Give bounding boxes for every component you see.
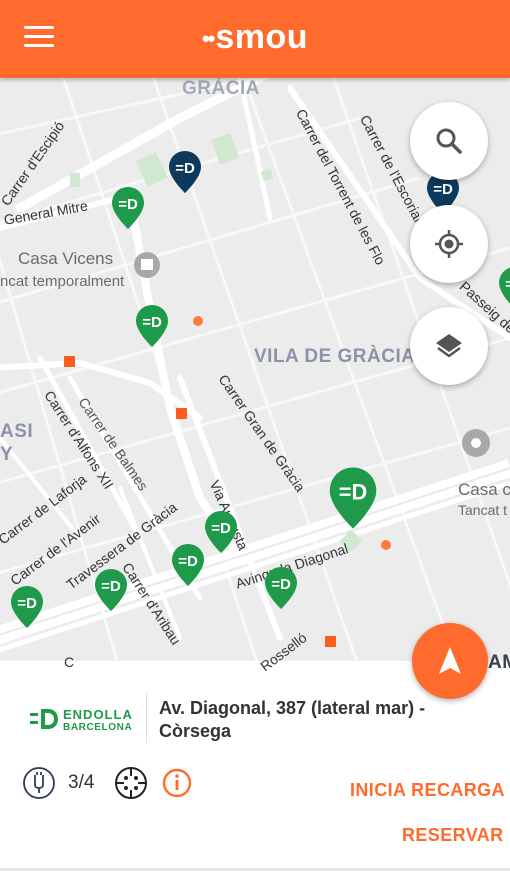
search-icon <box>436 128 462 154</box>
navigation-arrow-icon <box>439 647 461 674</box>
info-icon[interactable] <box>160 766 194 800</box>
district-label-gracia: GRÀCIA <box>182 78 260 99</box>
panel-divider <box>146 693 147 743</box>
poi-casa-vicens-status: ncat temporalment <box>0 273 125 290</box>
start-charge-button[interactable]: INICIA RECARGA <box>350 780 505 801</box>
poi-casa-right-status: Tancat t <box>458 502 508 518</box>
district-label-left-2: Y <box>0 444 14 465</box>
app-header: ••smou <box>0 0 510 78</box>
district-label-vila-de-gracia: VILA DE GRÀCIA <box>254 346 416 367</box>
logo-text: smou <box>215 18 309 56</box>
smou-logo: ••smou <box>0 18 510 57</box>
charging-station-marker[interactable]: =D <box>111 186 145 230</box>
charging-station-marker-blue[interactable]: =D <box>168 150 202 194</box>
district-label-left-1: ASI <box>0 421 34 442</box>
charging-station-marker[interactable]: =D <box>171 543 205 587</box>
charging-station-marker[interactable]: =D <box>498 266 510 310</box>
endolla-logo-icon <box>30 709 58 729</box>
svg-text:=D: =D <box>271 576 291 593</box>
search-button[interactable] <box>410 102 488 180</box>
reserve-button[interactable]: RESERVAR <box>402 825 504 846</box>
district-label-right: AM <box>488 652 510 671</box>
svg-text:=D: =D <box>211 520 231 537</box>
map-layers-button[interactable] <box>410 307 488 385</box>
charging-station-marker[interactable]: =D <box>10 585 44 629</box>
svg-text:=D: =D <box>433 181 453 198</box>
selected-charging-station-marker[interactable]: =D <box>328 466 378 530</box>
svg-text:=D: =D <box>142 314 162 331</box>
station-address: Av. Diagonal, 387 (lateral mar) - Còrseg… <box>159 698 426 741</box>
poi-casa-right[interactable]: Casa c <box>458 480 510 500</box>
svg-text:=D: =D <box>118 196 138 213</box>
navigate-button[interactable] <box>412 623 488 699</box>
endolla-logo-line1: ENDOLLA <box>63 707 133 722</box>
svg-text:=D: =D <box>17 595 37 612</box>
charging-station-marker[interactable]: =D <box>94 568 128 612</box>
endolla-barcelona-logo: ENDOLLA BARCELONA <box>30 705 135 735</box>
svg-text:=D: =D <box>178 553 198 570</box>
map-view[interactable]: GRÀCIA VILA DE GRÀCIA ASI Y AM Casa Vice… <box>0 78 510 671</box>
available-connectors-count: 3/4 <box>68 772 95 793</box>
crosshair-icon <box>435 230 463 258</box>
svg-text:=D: =D <box>101 578 121 595</box>
charging-station-marker[interactable]: =D <box>264 566 298 610</box>
layers-icon <box>436 334 462 358</box>
svg-text:=D: =D <box>175 160 195 177</box>
poi-casa-vicens[interactable]: Casa Vicens <box>18 249 113 269</box>
logo-dots: •• <box>201 26 215 52</box>
metro-marker <box>64 356 75 367</box>
svg-text:=D: =D <box>339 479 367 504</box>
endolla-logo-line2: BARCELONA <box>63 722 133 733</box>
locate-me-button[interactable] <box>410 205 488 283</box>
svg-text:=D: =D <box>505 276 510 293</box>
charger-connector-icon <box>23 767 55 799</box>
charging-station-marker[interactable]: =D <box>135 304 169 348</box>
station-info-row: 3/4 <box>22 765 194 801</box>
socket-type-icon <box>115 767 148 799</box>
metro-marker <box>325 636 336 647</box>
metro-marker <box>176 408 187 419</box>
street-label: C <box>64 654 75 670</box>
charging-station-marker[interactable]: =D <box>204 510 238 554</box>
